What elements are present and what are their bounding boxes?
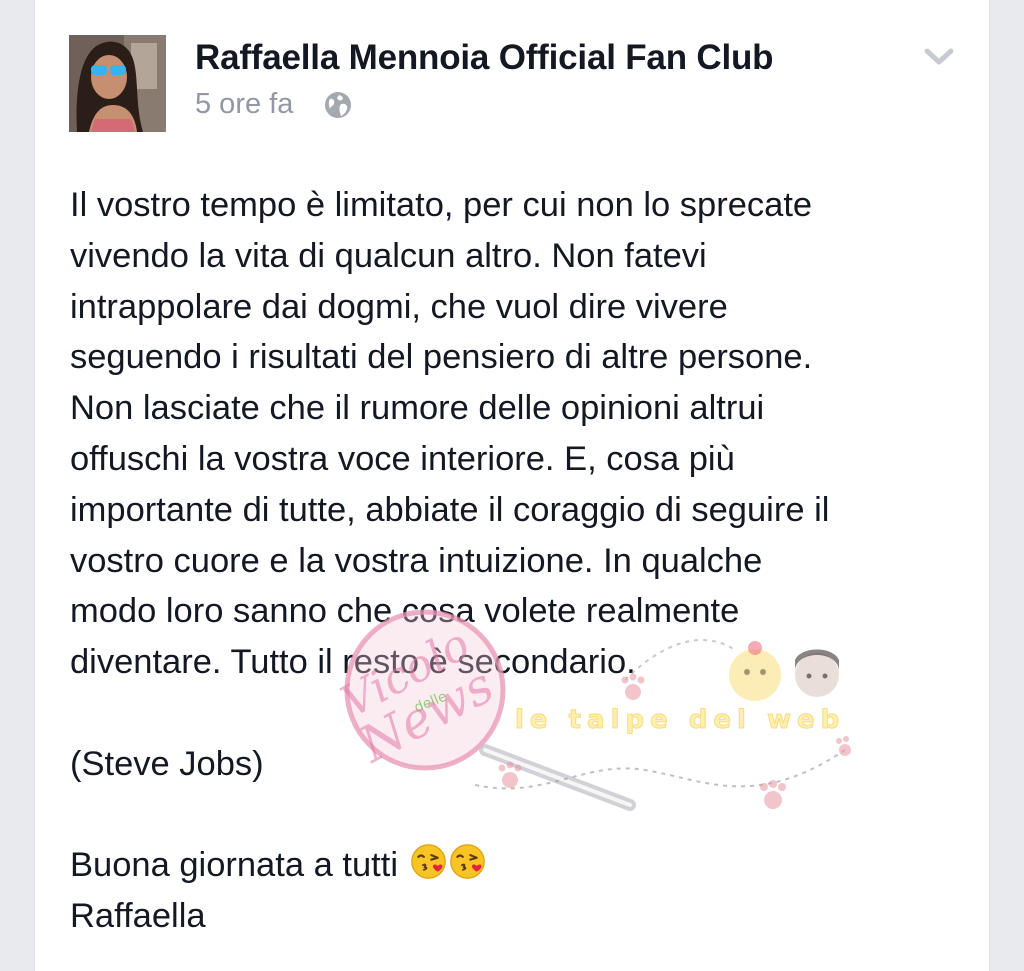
post-card: Raffaella Mennoia Official Fan Club 5 or… (34, 0, 990, 971)
post-timestamp[interactable]: 5 ore fa (195, 88, 293, 121)
page-name-link[interactable]: Raffaella Mennoia Official Fan Club (195, 38, 774, 78)
post-text-line: Il vostro tempo è limitato, per cui non … (70, 186, 813, 224)
signature: Raffaella (70, 897, 206, 936)
greeting-line: Buona giornata a tutti (70, 840, 970, 891)
post-text-line: Non lasciate che il rumore delle opinion… (70, 389, 765, 428)
kissing-face-emoji-icon (449, 844, 485, 880)
post-text-line: offuschi la vostra voce interiore. E, co… (70, 439, 735, 478)
post-text-line: vivendo la vita di qualcun altro. Non fa… (70, 236, 707, 275)
post-text-line: vostro cuore e la vostra intuizione. In … (70, 541, 763, 580)
chevron-down-icon[interactable] (921, 40, 957, 70)
post-text-line: modo loro sanno che cosa volete realment… (70, 592, 740, 631)
page-avatar[interactable] (69, 35, 166, 132)
post-text-line: importante di tutte, abbiate il coraggio… (70, 490, 830, 529)
post-text-line: seguendo i risultati del pensiero di alt… (70, 338, 813, 377)
post-text-line: intrappolare dai dogmi, che vuol dire vi… (70, 287, 728, 326)
quote-author: (Steve Jobs) (70, 744, 264, 783)
globe-icon (325, 91, 352, 118)
greeting-text: Buona giornata a tutti (70, 846, 398, 885)
post-meta: 5 ore fa (195, 88, 353, 121)
kissing-face-emoji-icon (410, 844, 446, 880)
post-body: Il vostro tempo è limitato, per cui non … (70, 180, 970, 942)
post-text-line: diventare. Tutto il resto è secondario. (70, 643, 636, 682)
